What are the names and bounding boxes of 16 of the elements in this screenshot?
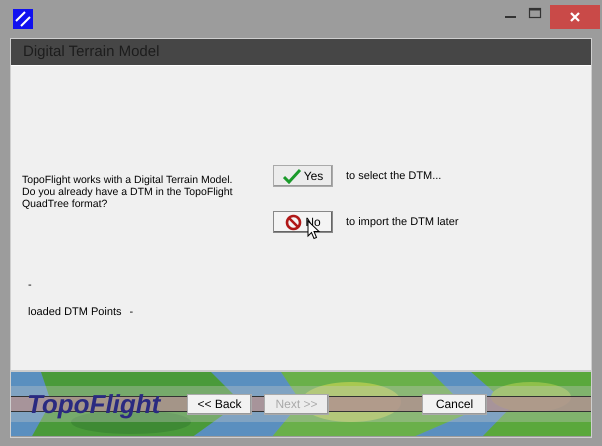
close-button[interactable] (550, 5, 600, 29)
wizard-button[interactable]: << Back (187, 394, 252, 414)
option-description: to select the DTM... (346, 168, 442, 184)
wizard-button[interactable]: Cancel (422, 394, 487, 414)
status-text: - (28, 278, 33, 293)
yes-button[interactable]: Yes (273, 165, 333, 187)
logo-text: TopoFlight (27, 388, 162, 420)
points-label: loaded DTM Points (28, 304, 122, 320)
maximize-icon[interactable] (528, 6, 542, 20)
checkmark-icon (282, 168, 301, 184)
question-text: TopoFlight works with a Digital Terrain Model. Do you already have a DTM in the TopoFlight QuadTree format? (22, 174, 234, 210)
option-description: to import the DTM later (346, 214, 458, 230)
points-value: - (130, 304, 134, 320)
app-icon (13, 9, 33, 29)
close-icon (570, 12, 580, 22)
prohibited-icon (285, 214, 302, 230)
